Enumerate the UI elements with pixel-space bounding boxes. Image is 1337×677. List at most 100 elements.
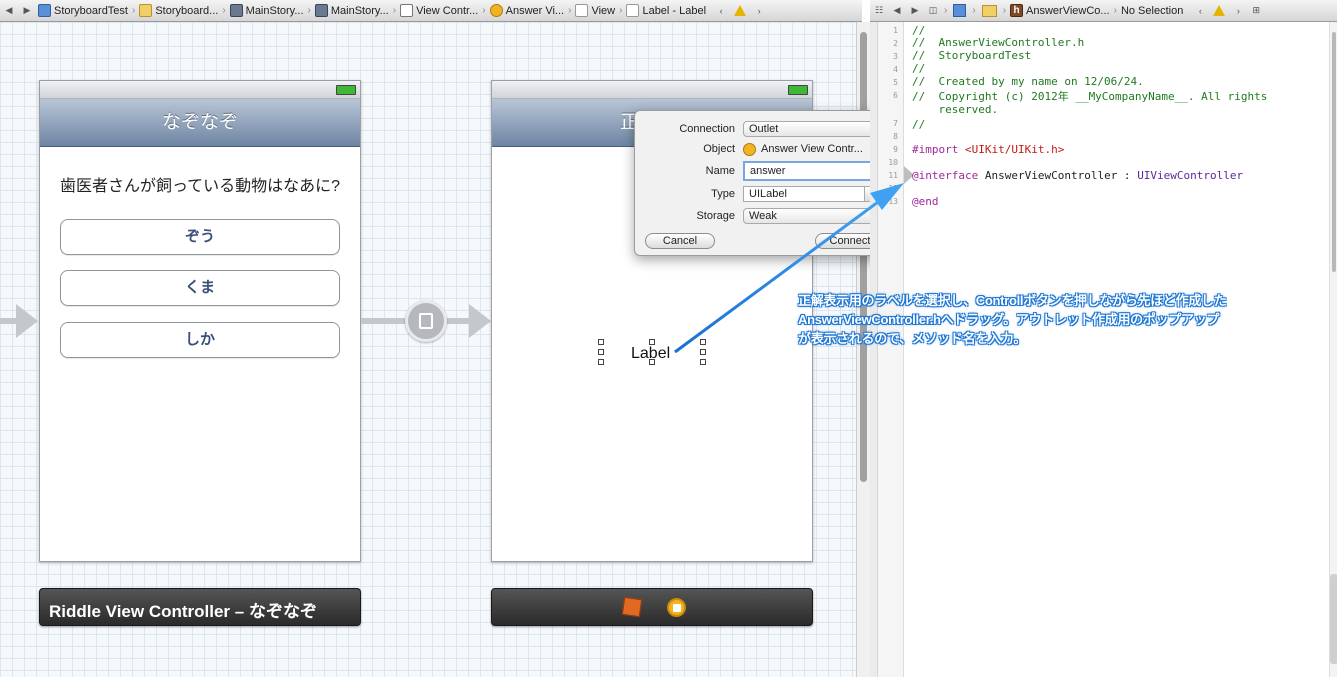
breadcrumb-label: MainStory... [245, 4, 304, 17]
code-comment: // Created by my name on 12/06/24. [912, 75, 1144, 88]
code-comment: // [912, 118, 926, 131]
line-number: 13 [888, 197, 898, 206]
first-responder-icon[interactable] [621, 596, 643, 618]
import-line: #import <UIKit/UIKit.h> [912, 143, 1064, 156]
resize-handle[interactable] [700, 339, 706, 345]
warning-icon[interactable] [1213, 5, 1226, 16]
breadcrumb-answer-object[interactable]: Answer Vi... [488, 4, 567, 17]
line-number: 9 [893, 145, 898, 154]
breadcrumb-storyboard[interactable]: MainStory... [228, 4, 306, 17]
line-number: 3 [893, 52, 898, 61]
assistant-code-editor[interactable]: 1 2 3 4 5 6 7 8 9 10 11 12 13 // // Answ… [870, 22, 1337, 677]
resize-handle[interactable] [598, 339, 604, 345]
annotation-line: AnswerViewController.hへドラッグ。アウトレット作成用のポッ… [798, 312, 1220, 327]
back-arrow-icon[interactable]: ◀ [888, 5, 906, 16]
resize-handle[interactable] [649, 359, 655, 365]
riddle-dock-label: Riddle View Controller – なぞなぞ [49, 602, 317, 621]
chevron-right-icon: › [482, 5, 486, 16]
chevron-right-icon: › [392, 5, 397, 16]
forward-arrow-icon[interactable]: ▶ [906, 5, 924, 16]
forward-arrow-icon[interactable]: ▶ [18, 5, 36, 16]
segue-line [361, 318, 409, 324]
resize-handle[interactable] [700, 359, 706, 365]
outlet-connection-popover[interactable]: Connection Outlet▴▾ Object Answer View C… [634, 110, 892, 256]
breadcrumb-storyboard-scene[interactable]: MainStory... [313, 4, 391, 17]
line-number: 6 [893, 91, 898, 100]
breadcrumb-project[interactable]: StoryboardTest [36, 4, 130, 17]
code-comment: // StoryboardTest [912, 49, 1032, 62]
answer-button-elephant[interactable]: ぞう [60, 219, 340, 255]
connection-popup[interactable]: Outlet▴▾ [743, 121, 881, 137]
resize-handle[interactable] [598, 349, 604, 355]
add-editor-icon[interactable]: ⊞ [1247, 5, 1265, 16]
segue-arrowhead [469, 304, 491, 338]
breadcrumb-view[interactable]: View [573, 4, 617, 17]
class-name: AnswerViewController : [984, 169, 1131, 182]
riddle-scene[interactable]: なぞなぞ 歯医者さんが飼っている動物はなあに? ぞう くま しか [39, 80, 361, 562]
left-jump-bar: ◀ ▶ StoryboardTest › Storyboard... › Mai… [0, 0, 862, 22]
related-items-icon[interactable]: ☷ [870, 5, 888, 16]
status-bar [40, 81, 360, 99]
chevron-right-icon[interactable]: › [1229, 6, 1247, 16]
scrollbar-thumb[interactable] [1332, 32, 1336, 272]
line-number-gutter: 1 2 3 4 5 6 7 8 9 10 11 12 13 [870, 22, 904, 677]
type-label: Type [711, 188, 735, 200]
object-icon [489, 4, 503, 17]
push-segue-icon [419, 313, 433, 329]
connection-label: Connection [679, 123, 735, 135]
object-field: Answer View Contr... [743, 141, 881, 157]
breadcrumb-view-controller[interactable]: View Contr... [398, 4, 480, 17]
selection-label[interactable]: No Selection [1119, 5, 1185, 17]
answer-button-deer[interactable]: しか [60, 322, 340, 358]
resize-handle[interactable] [649, 339, 655, 345]
chevron-right-icon: › [1002, 5, 1007, 16]
line-number: 11 [888, 171, 898, 180]
storage-popup[interactable]: Weak▴▾ [743, 208, 881, 224]
cancel-button[interactable]: Cancel [645, 233, 715, 249]
end-keyword: @end [912, 195, 939, 208]
breadcrumb-folder[interactable]: Storyboard... [137, 4, 220, 17]
line-number: 1 [893, 26, 898, 35]
scrollbar-thumb[interactable] [1330, 574, 1337, 664]
breadcrumb-label: Label - Label [642, 4, 707, 17]
chevron-right-icon: › [1113, 5, 1117, 16]
view-icon [575, 4, 589, 17]
right-jump-bar: ☷ ◀ ▶ ◫ › › › h AnswerViewCo... › No Sele… [870, 0, 1337, 22]
storage-value: Weak [749, 210, 777, 222]
line-number: 2 [893, 39, 898, 48]
folder-icon[interactable] [981, 4, 997, 17]
answer-scene-dock[interactable] [491, 588, 813, 626]
breadcrumb-label-item[interactable]: Label - Label [624, 4, 708, 17]
chevron-left-icon[interactable]: ‹ [712, 6, 730, 16]
segue-arrowhead [16, 304, 38, 338]
segue-line [444, 318, 472, 324]
breadcrumb-label: Answer Vi... [505, 4, 565, 17]
riddle-nav-title: なぞなぞ [40, 99, 360, 147]
back-arrow-icon[interactable]: ◀ [0, 5, 18, 16]
project-icon[interactable] [953, 4, 967, 17]
object-icon [743, 142, 756, 156]
assistant-editor-icon[interactable]: ◫ [924, 5, 942, 16]
resize-handle[interactable] [598, 359, 604, 365]
scrollbar-thumb[interactable] [860, 32, 867, 482]
name-label: Name [705, 165, 735, 177]
line-number: 10 [888, 158, 898, 167]
storyboard-icon [229, 4, 243, 17]
editor-scrollbar[interactable] [1329, 22, 1337, 677]
answer-button-bear[interactable]: くま [60, 270, 340, 306]
warning-icon[interactable] [734, 5, 747, 16]
view-controller-object-icon[interactable] [667, 598, 686, 617]
code-comment: reserved. [912, 103, 999, 116]
breadcrumb-label: StoryboardTest [54, 4, 128, 17]
label-icon [626, 4, 640, 17]
superclass: UIViewController [1137, 169, 1244, 182]
type-combo-box[interactable]: UILabel▼ [743, 186, 881, 202]
segue-icon[interactable] [405, 300, 447, 342]
breadcrumb-file-label: AnswerViewCo... [1026, 4, 1110, 17]
chevron-right-icon[interactable]: › [750, 6, 768, 16]
resize-handle[interactable] [700, 349, 706, 355]
outlet-name-input[interactable]: answer [743, 161, 881, 181]
riddle-scene-dock[interactable]: Riddle View Controller – なぞなぞ [39, 588, 361, 626]
chevron-left-icon[interactable]: ‹ [1191, 6, 1209, 16]
breadcrumb-header-file[interactable]: h AnswerViewCo... [1008, 4, 1112, 17]
